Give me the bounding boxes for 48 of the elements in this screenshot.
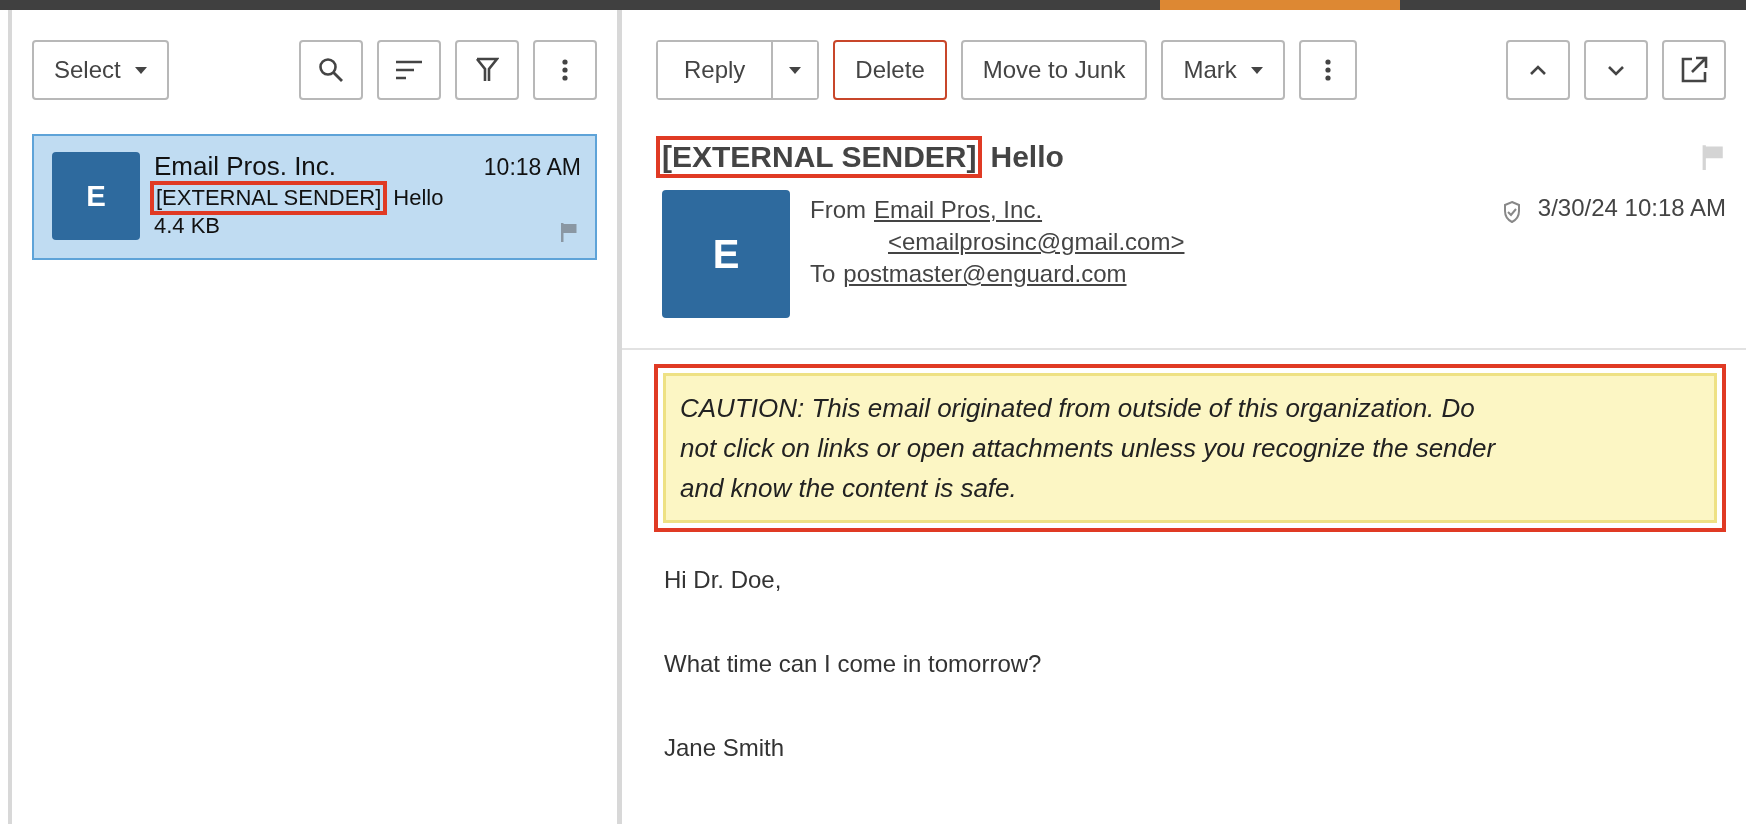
sender-avatar: E bbox=[52, 152, 140, 240]
caret-icon bbox=[134, 66, 147, 74]
more-button[interactable] bbox=[1298, 40, 1357, 100]
sort-button[interactable] bbox=[377, 40, 441, 100]
body-paragraph: What time can I come in tomorrow? bbox=[664, 650, 1043, 678]
select-button[interactable]: Select bbox=[32, 40, 169, 100]
sender-avatar: E bbox=[662, 190, 790, 318]
filter-icon bbox=[475, 57, 499, 83]
toolbar-button[interactable]: Move to Junk bbox=[960, 40, 1148, 100]
subject-tag: [EXTERNAL SENDER] bbox=[656, 136, 983, 178]
chevron-down-icon bbox=[1607, 64, 1625, 76]
sender-name-link[interactable]: Email Pros, Inc. bbox=[874, 194, 1043, 226]
body-paragraph: Hi Dr. Doe, bbox=[664, 566, 783, 594]
message-time: 10:18 AM bbox=[483, 154, 581, 181]
external-link-icon bbox=[1680, 56, 1708, 84]
mark-button[interactable]: Mark bbox=[1161, 40, 1285, 100]
pop-out-button[interactable] bbox=[1662, 40, 1726, 100]
more-icon bbox=[562, 59, 568, 81]
previous-button[interactable] bbox=[1506, 40, 1570, 100]
subject-text: Hello bbox=[393, 185, 444, 211]
recipient-link[interactable]: postmaster@enguard.com bbox=[843, 258, 1127, 290]
chevron-up-icon bbox=[1529, 64, 1547, 76]
caret-icon bbox=[1250, 66, 1263, 74]
search-button[interactable] bbox=[299, 40, 363, 100]
next-button[interactable] bbox=[1584, 40, 1648, 100]
from-label: From bbox=[810, 195, 866, 225]
reply-button[interactable]: Reply bbox=[658, 42, 774, 98]
flag-icon[interactable] bbox=[1700, 144, 1726, 170]
subject-tag: [EXTERNAL SENDER] bbox=[150, 181, 388, 215]
search-icon bbox=[318, 57, 344, 83]
reply-split-button[interactable]: Reply bbox=[656, 40, 820, 100]
shield-check-icon bbox=[1501, 200, 1522, 224]
caution-banner: CAUTION: This email originated from outside of this organization. Do not click on links or open attachments unless you recognize the sender and know the content is safe. bbox=[663, 373, 1717, 523]
message-date: 3/30/24 10:18 AM bbox=[1537, 194, 1726, 222]
to-label: To bbox=[810, 259, 836, 289]
filter-button[interactable] bbox=[455, 40, 519, 100]
more-button[interactable] bbox=[533, 40, 597, 100]
subject-text: Hello bbox=[990, 140, 1064, 174]
sender-address-link[interactable]: <emailprosinc@gmail.com> bbox=[888, 228, 1185, 255]
flag-icon[interactable] bbox=[559, 222, 579, 242]
delete-button[interactable]: Delete bbox=[833, 40, 947, 100]
sender-name: Email Pros. Inc. bbox=[154, 152, 337, 180]
message-size: 4.4 KB bbox=[154, 215, 221, 237]
sort-icon bbox=[395, 59, 423, 81]
more-icon bbox=[1324, 59, 1331, 81]
message-list-item[interactable]: E Email Pros. Inc. 10:18 AM [EXTERNAL SENDER] Hello 4.4 KB bbox=[32, 134, 597, 260]
body-paragraph: Jane Smith bbox=[664, 734, 786, 762]
caret-icon bbox=[789, 66, 802, 74]
